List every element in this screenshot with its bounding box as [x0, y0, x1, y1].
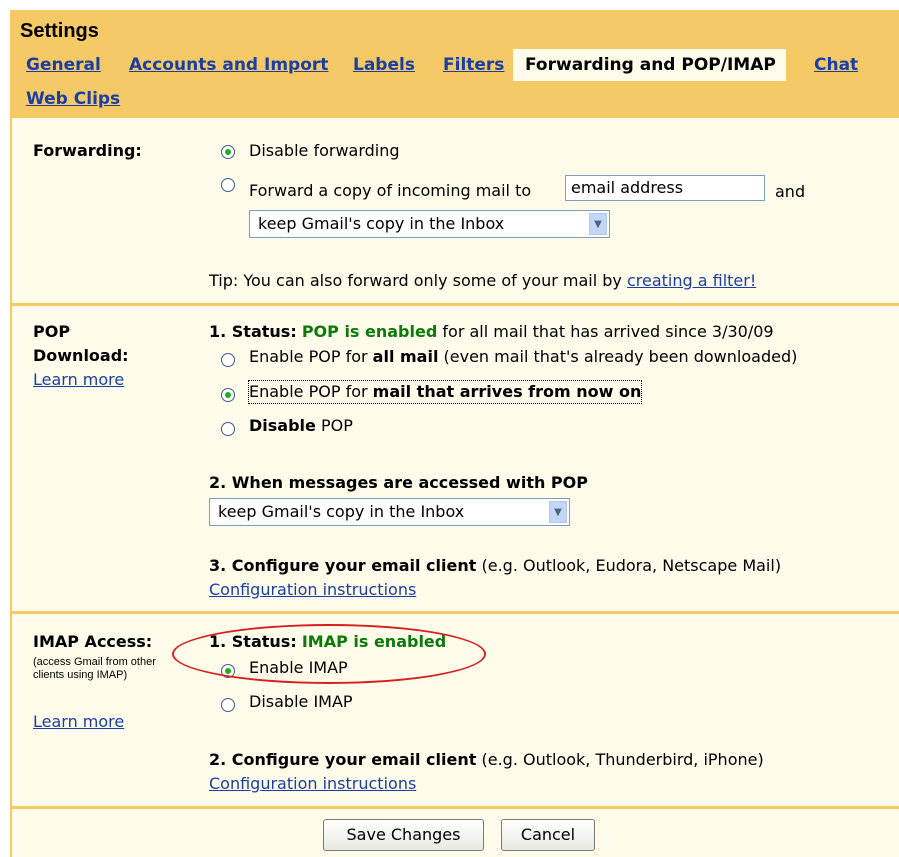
- pop-status-suffix: for all mail that has arrived since 3/30…: [442, 322, 774, 341]
- pop-when-heading: 2. When messages are accessed with POP: [209, 473, 588, 492]
- pop-disable-bold: Disable: [249, 416, 316, 435]
- pop-disable-radio[interactable]: [221, 422, 235, 436]
- pop-from-now-radio[interactable]: [221, 388, 235, 402]
- forward-email-input[interactable]: email address: [565, 175, 765, 201]
- tab-accounts-and-import[interactable]: Accounts and Import: [129, 55, 328, 75]
- annotation-oval: [172, 624, 486, 684]
- create-filter-link[interactable]: creating a filter!: [627, 271, 756, 290]
- disable-imap-radio[interactable]: [221, 698, 235, 712]
- imap-configure-text: 2. Configure your email client (e.g. Out…: [209, 749, 764, 771]
- imap-learn-more-link[interactable]: Learn more: [33, 711, 124, 733]
- pop-all-mail-label: Enable POP for all mail (even mail that'…: [249, 346, 797, 368]
- imap-configure-bold: 2. Configure your email client: [209, 750, 477, 769]
- disable-imap-label: Disable IMAP: [249, 692, 353, 711]
- section-divider: [12, 611, 899, 614]
- pop-label-line2: Download:: [33, 346, 129, 365]
- forward-action-value: keep Gmail's copy in the Inbox: [258, 214, 505, 233]
- tab-general[interactable]: General: [26, 55, 101, 75]
- pop-from-now-label: Enable POP for mail that arrives from no…: [247, 380, 643, 404]
- imap-label: IMAP Access:: [33, 632, 153, 651]
- pop-configure-suffix: (e.g. Outlook, Eudora, Netscape Mail): [476, 556, 782, 575]
- forward-copy-radio[interactable]: [221, 178, 235, 192]
- imap-config-instructions-link[interactable]: Configuration instructions: [209, 773, 416, 795]
- pop-disable-suffix: POP: [315, 416, 353, 435]
- settings-page: Settings General Accounts and Import Lab…: [0, 0, 899, 857]
- pop-config-instructions-link[interactable]: Configuration instructions: [209, 579, 416, 601]
- forward-copy-label: Forward a copy of incoming mail to: [249, 181, 532, 200]
- disable-forwarding-radio[interactable]: [221, 145, 235, 159]
- pop-all-mail-radio[interactable]: [221, 353, 235, 367]
- pop-status-value: POP is enabled: [301, 322, 438, 341]
- forward-action-select[interactable]: keep Gmail's copy in the Inbox ▼: [249, 210, 610, 238]
- pop-all-mail-suffix: (even mail that's already been downloade…: [438, 347, 798, 366]
- imap-note: (access Gmail from other clients using I…: [33, 656, 156, 681]
- chevron-down-icon: ▼: [589, 213, 607, 235]
- pop-disable-label: Disable POP: [249, 415, 353, 437]
- tab-filters[interactable]: Filters: [443, 55, 504, 75]
- pop-configure-bold: 3. Configure your email client: [209, 556, 477, 575]
- section-divider: [12, 303, 899, 306]
- tab-web-clips[interactable]: Web Clips: [26, 89, 120, 109]
- forwarding-label: Forwarding:: [33, 141, 142, 160]
- tab-forwarding-pop-imap[interactable]: Forwarding and POP/IMAP: [513, 49, 786, 81]
- forward-and-text: and: [775, 182, 806, 201]
- page-title: Settings: [20, 20, 99, 42]
- pop-label-line1: POP: [33, 322, 71, 341]
- pop-all-mail-bold: all mail: [372, 347, 439, 366]
- pop-status: 1. Status: POP is enabled for all mail t…: [209, 321, 774, 343]
- forwarding-tip-text: Tip: You can also forward only some of y…: [209, 271, 627, 290]
- pop-from-now-prefix: Enable POP for: [249, 382, 373, 401]
- disable-forwarding-label: Disable forwarding: [249, 141, 400, 160]
- pop-status-prefix: 1. Status:: [209, 322, 297, 341]
- save-changes-button[interactable]: Save Changes: [323, 819, 484, 851]
- tab-chat[interactable]: Chat: [814, 55, 858, 75]
- forwarding-tip: Tip: You can also forward only some of y…: [209, 270, 756, 292]
- section-divider: [12, 806, 899, 809]
- chevron-down-icon: ▼: [549, 501, 567, 523]
- imap-configure-suffix: (e.g. Outlook, Thunderbird, iPhone): [476, 750, 764, 769]
- pop-configure-text: 3. Configure your email client (e.g. Out…: [209, 555, 781, 577]
- pop-learn-more-link[interactable]: Learn more: [33, 369, 124, 391]
- pop-action-select[interactable]: keep Gmail's copy in the Inbox ▼: [209, 498, 570, 526]
- pop-all-mail-prefix: Enable POP for: [249, 347, 373, 366]
- tab-labels[interactable]: Labels: [353, 55, 415, 75]
- pop-from-now-bold: mail that arrives from now on: [372, 382, 642, 401]
- cancel-button[interactable]: Cancel: [501, 819, 595, 851]
- pop-action-value: keep Gmail's copy in the Inbox: [218, 502, 465, 521]
